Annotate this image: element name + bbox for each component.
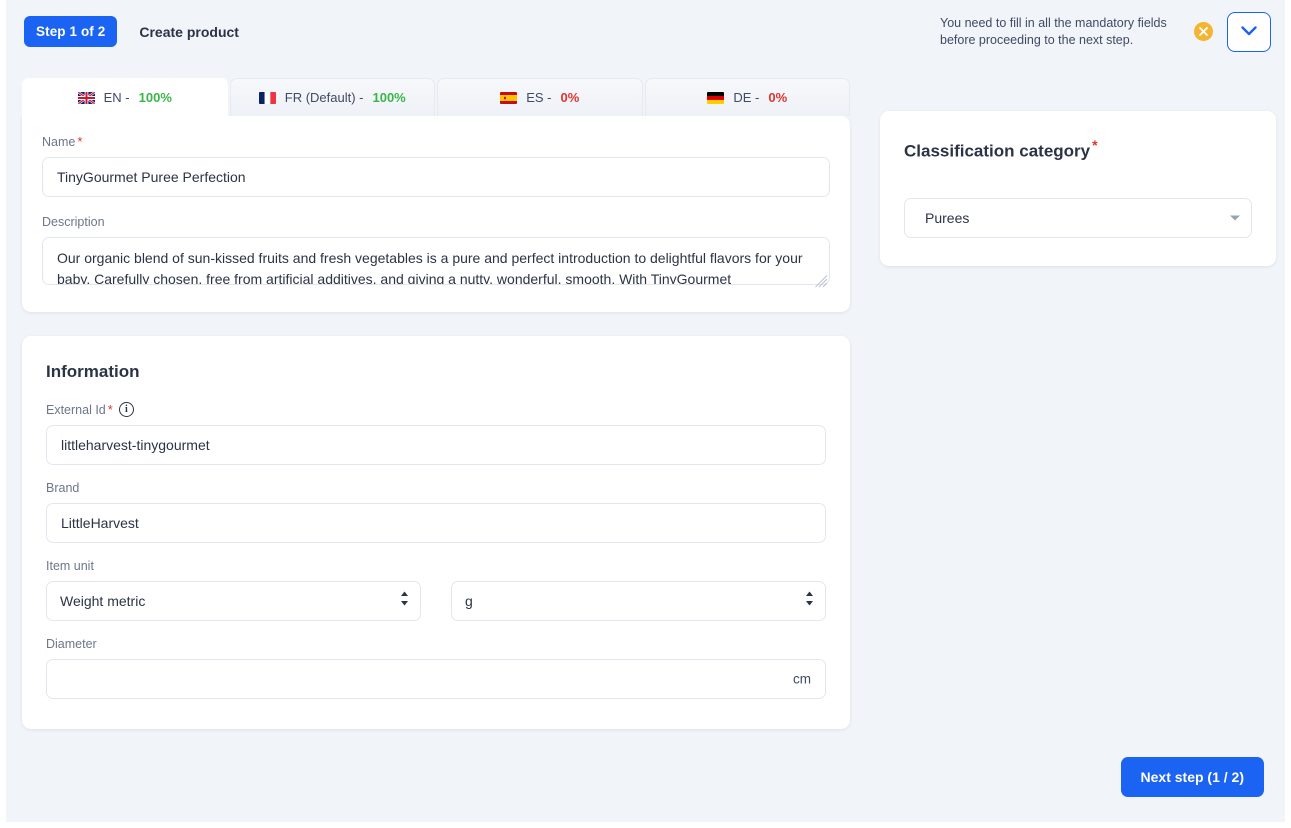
information-card: Information External Id* i Brand xyxy=(22,336,850,729)
tab-de[interactable]: DE - 0% xyxy=(644,78,850,116)
tab-de-label: DE - xyxy=(733,90,760,105)
external-id-label: External Id * xyxy=(46,402,113,417)
next-step-button[interactable]: Next step (1 / 2) xyxy=(1120,757,1264,797)
external-id-input[interactable] xyxy=(46,425,826,465)
info-icon[interactable]: i xyxy=(118,402,134,417)
flag-gb-icon xyxy=(77,91,95,104)
tab-en-label: EN - xyxy=(103,90,130,105)
external-id-label-text: External Id xyxy=(46,403,106,417)
chevron-down-icon xyxy=(1230,215,1240,221)
name-field-group: Name * xyxy=(42,134,830,197)
external-id-field-group: External Id * i xyxy=(46,402,826,465)
classification-title-text: Classification category xyxy=(904,141,1091,161)
diameter-unit-suffix: cm xyxy=(793,671,811,687)
tab-fr-label: FR (Default) - xyxy=(284,90,364,105)
diameter-field-group: Diameter cm xyxy=(46,637,826,699)
left-column: EN - 100% FR (Default) - 100% ES - 0% DE… xyxy=(22,78,850,729)
item-unit-type-select[interactable]: Weight metric xyxy=(46,581,421,621)
description-field-group: Description Our organic blend of sun-kis… xyxy=(42,215,830,290)
name-input[interactable] xyxy=(42,157,830,197)
app-root: Step 1 of 2 Create product You need to f… xyxy=(0,0,1291,828)
flag-fr-icon xyxy=(258,91,276,104)
item-unit-label: Item unit xyxy=(46,559,94,573)
description-textarea[interactable]: Our organic blend of sun-kissed fruits a… xyxy=(42,237,830,285)
header-actions: You need to fill in all the mandatory fi… xyxy=(940,11,1271,52)
classification-card: Classification category * Purees xyxy=(880,111,1276,266)
information-section-title: Information xyxy=(46,362,140,381)
translation-card: Name* Description Our organic blend of s… xyxy=(22,116,850,312)
page-surface: Step 1 of 2 Create product You need to f… xyxy=(6,0,1285,822)
classification-category-value: Purees xyxy=(925,209,970,226)
name-label-text: Name xyxy=(42,135,76,149)
step-badge: Step 1 of 2 xyxy=(24,16,118,47)
item-unit-symbol-select[interactable]: g xyxy=(451,581,826,621)
brand-field-group: Brand xyxy=(46,481,826,543)
required-marker: * xyxy=(107,402,113,417)
mandatory-fields-warning: You need to fill in all the mandatory fi… xyxy=(940,15,1167,47)
page-title: Create product xyxy=(139,23,239,40)
tab-de-percent: 0% xyxy=(768,90,788,105)
tab-en[interactable]: EN - 100% xyxy=(22,78,228,116)
item-unit-field-group: Item unit Weight metric g xyxy=(46,559,826,621)
tab-es-label: ES - xyxy=(526,90,552,105)
tab-fr-percent: 100% xyxy=(372,90,406,105)
tab-es-percent: 0% xyxy=(560,90,580,105)
tab-fr[interactable]: FR (Default) - 100% xyxy=(229,78,435,116)
required-marker: * xyxy=(1092,137,1098,153)
flag-es-icon xyxy=(500,91,518,104)
right-column: Classification category * Purees xyxy=(880,111,1276,266)
description-label: Description xyxy=(42,215,105,229)
chevron-down-icon xyxy=(1241,23,1257,41)
flag-de-icon xyxy=(707,91,725,104)
classification-title: Classification category * xyxy=(904,137,1252,162)
error-circle-icon xyxy=(1194,22,1213,41)
item-unit-type-wrap: Weight metric xyxy=(46,581,421,621)
tab-en-percent: 100% xyxy=(138,90,172,105)
item-unit-symbol-wrap: g xyxy=(451,581,826,621)
collapse-warning-button[interactable] xyxy=(1227,11,1271,52)
page-body: EN - 100% FR (Default) - 100% ES - 0% DE… xyxy=(6,63,1285,822)
brand-label: Brand xyxy=(46,481,80,495)
tab-es[interactable]: ES - 0% xyxy=(437,78,643,116)
diameter-label: Diameter xyxy=(46,637,97,651)
page-header: Step 1 of 2 Create product You need to f… xyxy=(6,0,1285,63)
language-tabs: EN - 100% FR (Default) - 100% ES - 0% DE… xyxy=(22,78,850,116)
required-marker: * xyxy=(77,134,83,149)
diameter-input[interactable] xyxy=(46,659,826,699)
name-label: Name * xyxy=(42,134,830,149)
brand-input[interactable] xyxy=(46,503,826,543)
classification-category-select[interactable]: Purees xyxy=(904,197,1252,238)
